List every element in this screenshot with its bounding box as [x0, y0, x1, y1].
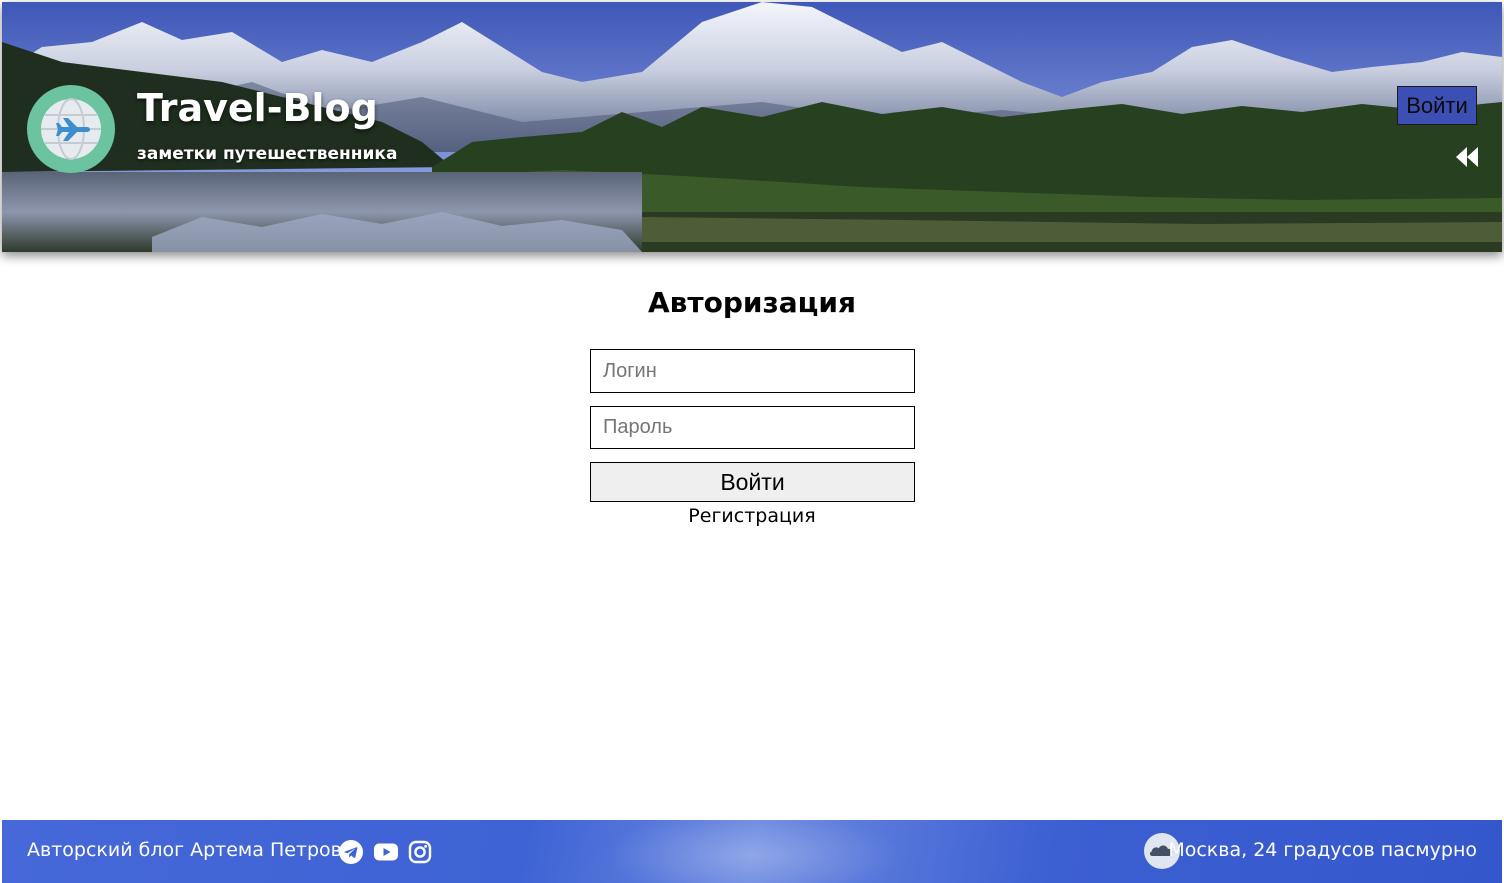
login-submit-button[interactable]: Войти [590, 462, 915, 502]
travel-globe-logo-icon [27, 85, 115, 173]
footer-author: Авторский блог Артема Петрова [27, 839, 354, 861]
site-subtitle: заметки путешественника [137, 144, 398, 164]
telegram-icon[interactable] [339, 840, 363, 864]
login-input[interactable] [590, 349, 915, 393]
site-footer: Авторский блог Артема Петрова Москва, 24… [2, 820, 1502, 883]
header-login-button[interactable]: Войти [1397, 86, 1477, 125]
youtube-icon[interactable] [374, 840, 398, 864]
auth-title: Авторизация [647, 286, 857, 319]
instagram-icon[interactable] [408, 840, 432, 864]
site-title[interactable]: Travel-Blog [137, 86, 378, 130]
rewind-icon[interactable] [1455, 145, 1479, 169]
register-link[interactable]: Регистрация [0, 505, 1504, 527]
password-input[interactable] [590, 406, 915, 449]
weather-text: Москва, 24 градусов пасмурно [1168, 839, 1477, 861]
site-header: Travel-Blog заметки путешественника Войт… [2, 2, 1502, 252]
